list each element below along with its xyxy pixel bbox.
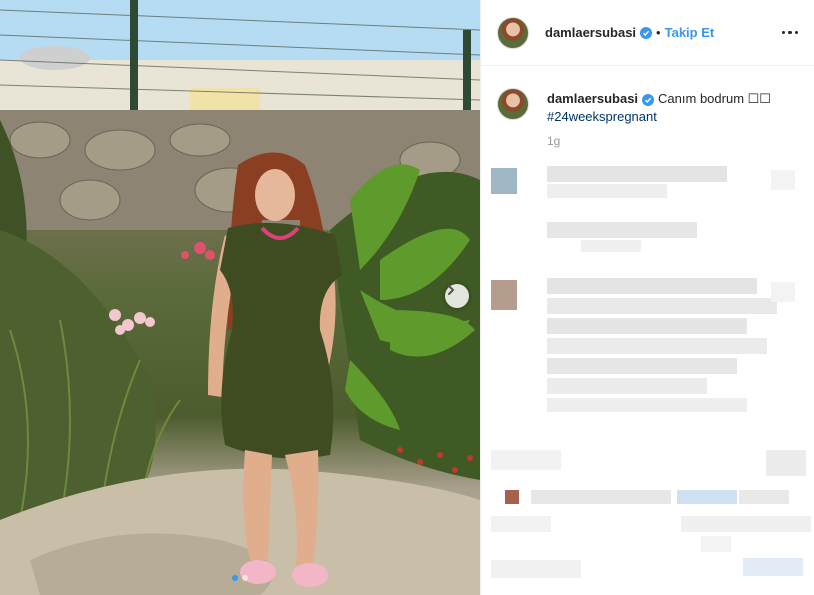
comment-redacted: [677, 490, 737, 504]
comment-redacted: [531, 490, 671, 504]
verified-badge-icon: [640, 26, 653, 39]
post-time: 1g: [547, 134, 561, 148]
caption-username[interactable]: damlaersubasi: [547, 91, 638, 106]
caption-avatar[interactable]: [497, 88, 529, 120]
post-caption: damlaersubasi Canım bodrum ☐☐ #24weekspre…: [481, 66, 814, 126]
comment-avatar-redacted: [505, 490, 519, 504]
follow-button[interactable]: Takip Et: [665, 25, 715, 40]
comment-redacted: [739, 490, 789, 504]
comment-redacted: [547, 298, 777, 314]
header-username[interactable]: damlaersubasi: [545, 25, 636, 40]
comment-avatar-redacted: [491, 168, 517, 194]
comment-redacted: [681, 516, 811, 532]
comment-redacted: [547, 166, 727, 182]
comment-redacted: [491, 560, 581, 578]
comment-redacted: [701, 536, 731, 552]
post-side-panel: damlaersubasi • Takip Et damlaersubasi Ca…: [480, 0, 814, 595]
comment-redacted: [547, 278, 757, 294]
comment-redacted: [766, 450, 806, 476]
header-separator: •: [656, 25, 661, 40]
comment-redacted: [491, 516, 551, 532]
carousel-dot: [242, 575, 248, 581]
comment-redacted: [743, 558, 803, 576]
comments-redacted: [481, 160, 814, 595]
next-slide-button[interactable]: [445, 284, 469, 308]
comment-like-redacted: [771, 170, 795, 190]
comment-redacted: [581, 240, 641, 252]
caption-text: Canım bodrum ☐☐: [658, 91, 771, 106]
post-header: damlaersubasi • Takip Et: [481, 0, 814, 66]
hashtag-link[interactable]: #24weekspregnant: [547, 108, 771, 126]
comment-redacted: [491, 450, 561, 470]
comment-redacted: [547, 358, 737, 374]
verified-badge-icon: [642, 94, 655, 106]
comment-redacted: [547, 318, 747, 334]
post-photo[interactable]: [0, 0, 480, 595]
photo-illustration: [0, 0, 480, 595]
carousel-indicator: [0, 575, 480, 581]
comment-redacted: [547, 222, 697, 238]
comment-redacted: [547, 338, 767, 354]
comment-redacted: [547, 184, 667, 198]
comment-avatar-redacted: [491, 280, 517, 310]
avatar[interactable]: [497, 16, 529, 49]
carousel-dot-active: [232, 575, 238, 581]
comment-redacted: [547, 398, 747, 412]
comment-redacted: [547, 378, 707, 394]
comment-like-redacted: [771, 282, 795, 302]
more-options-icon[interactable]: [781, 30, 798, 35]
